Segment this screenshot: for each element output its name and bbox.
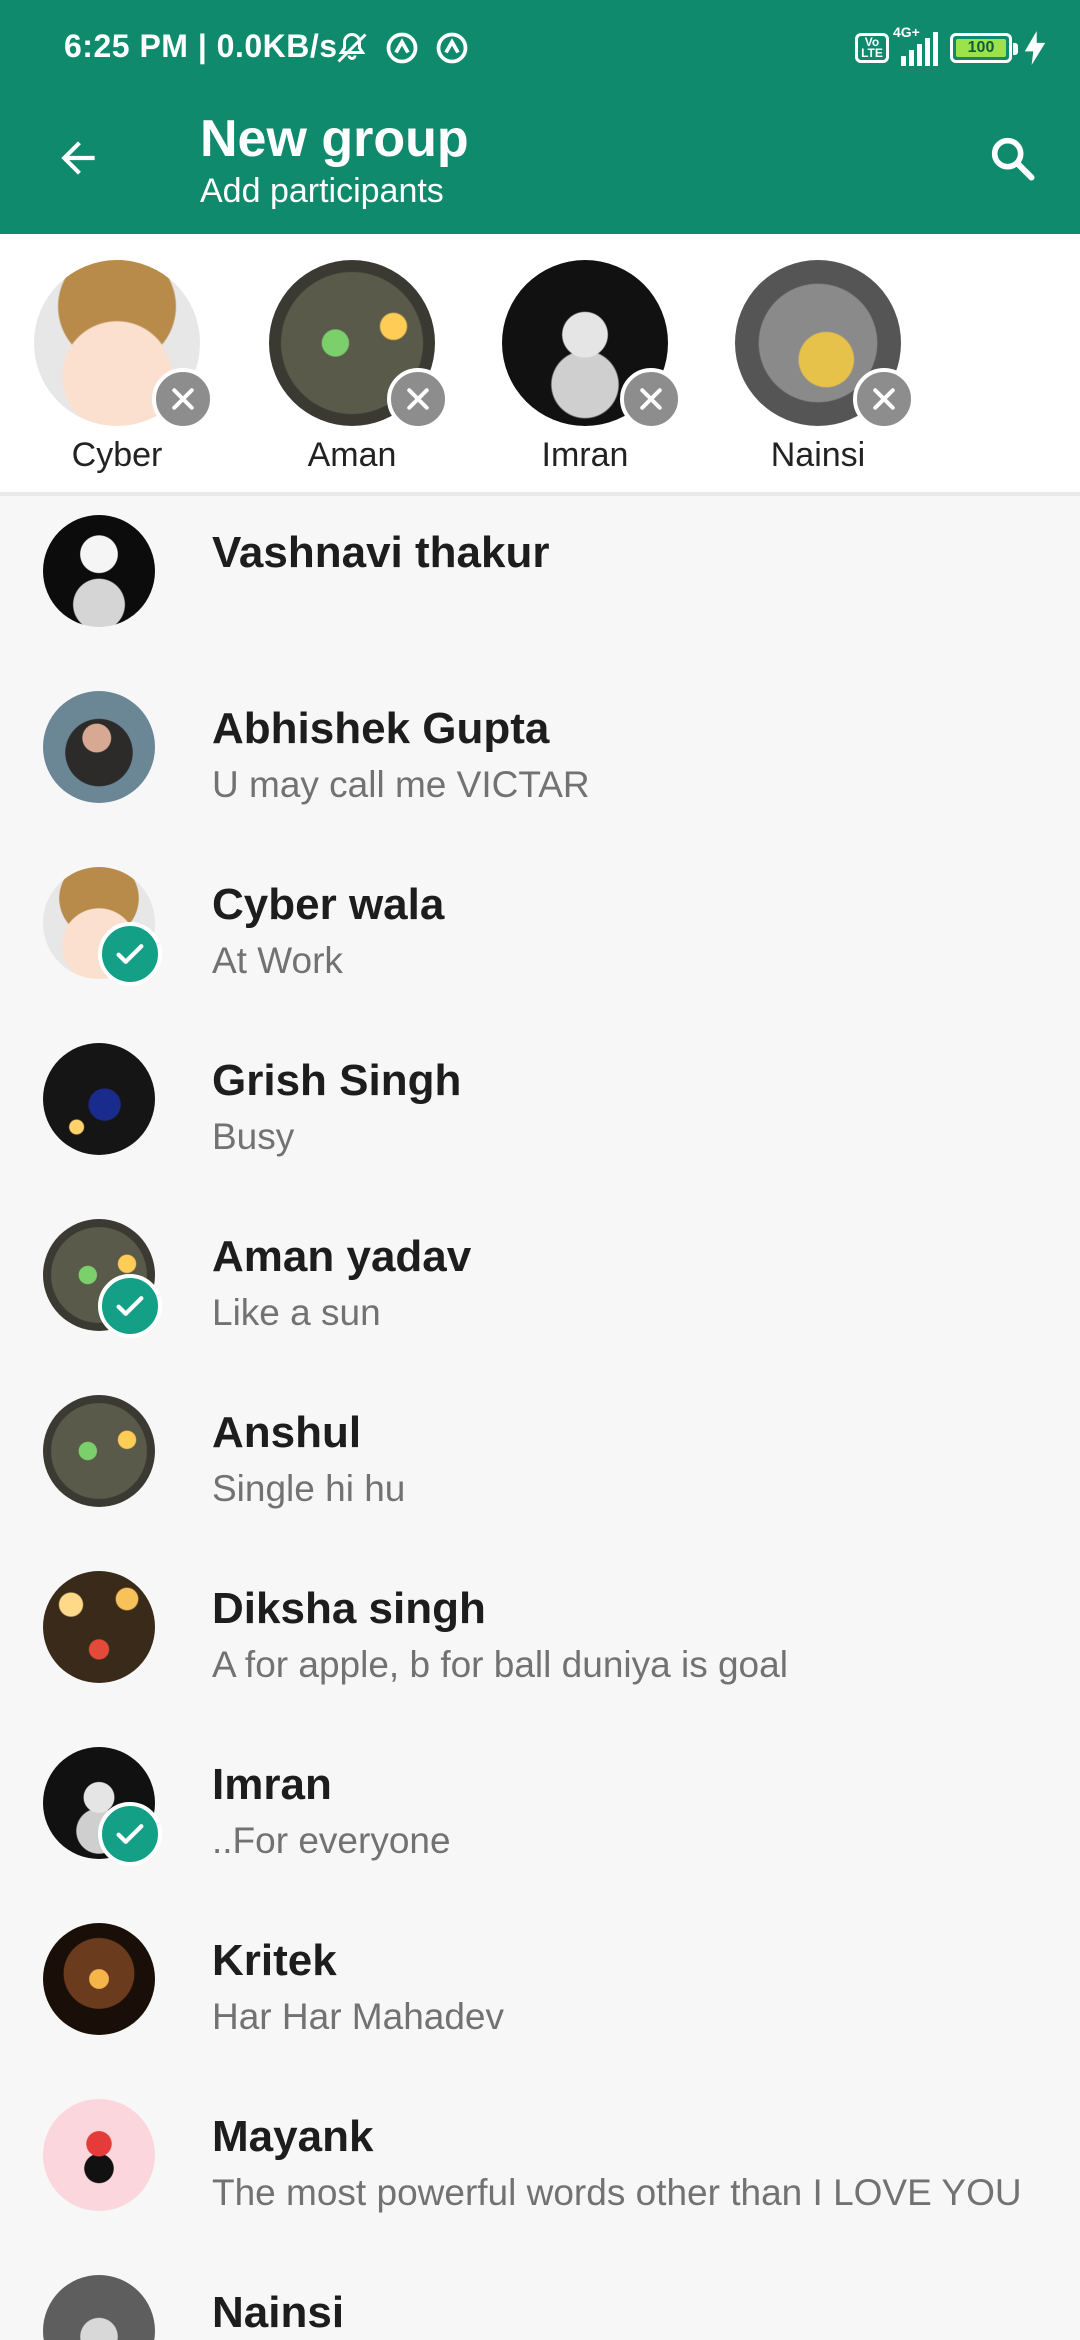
contact-status: A for apple, b for ball duniya is goal [212, 1644, 788, 1685]
contact-name: Nainsi [212, 2288, 345, 2337]
selected-check-badge [98, 1802, 162, 1866]
avatar [43, 2275, 155, 2340]
contact-status: U may call me VICTAR [212, 764, 590, 805]
close-icon [640, 388, 662, 410]
contact-name: Anshul [212, 1408, 362, 1457]
contact-row[interactable]: Vashnavi thakur [0, 500, 1080, 676]
selected-check-badge [98, 922, 162, 986]
contact-row[interactable]: Nainsi [0, 2260, 1080, 2340]
search-icon [991, 137, 1035, 181]
contact-status: At Work [212, 940, 343, 981]
avatar [43, 1923, 155, 2035]
remove-participant-button[interactable] [387, 368, 449, 430]
avatar [269, 260, 449, 430]
status-system-icons: Vo LTE 4G+ 100 [855, 24, 1046, 66]
avatar [43, 1395, 155, 1507]
selected-chip[interactable]: Nainsi [713, 260, 923, 475]
contact-status: The most powerful words other than I LOV… [212, 2172, 1022, 2213]
avatar [43, 1043, 155, 1155]
network-type: 4G+ [893, 24, 920, 40]
contact-status: Single hi hu [212, 1468, 406, 1509]
contact-status: ..For everyone [212, 1820, 451, 1861]
selected-chip[interactable]: Aman [247, 260, 457, 475]
close-icon [172, 388, 194, 410]
close-icon [873, 388, 895, 410]
contact-row[interactable]: Diksha singh A for apple, b for ball dun… [0, 1556, 1080, 1732]
contact-row[interactable]: Imran ..For everyone [0, 1732, 1080, 1908]
header-titles: New group Add participants [200, 108, 469, 212]
avatar [43, 691, 155, 803]
status-time: 6:25 PM | 0.0KB/s [64, 28, 338, 64]
contact-name: Diksha singh [212, 1584, 486, 1633]
contact-status: Like a sun [212, 1292, 381, 1333]
selected-chip[interactable]: Imran [480, 260, 690, 475]
contact-name: Cyber wala [212, 880, 445, 929]
contact-name: Vashnavi thakur [212, 528, 550, 577]
contact-row[interactable]: Kritek Har Har Mahadev [0, 1908, 1080, 2084]
selected-name: Imran [541, 436, 629, 474]
contact-row[interactable]: Grish Singh Busy [0, 1028, 1080, 1204]
avatar [43, 2099, 155, 2211]
selected-check-badge [98, 1274, 162, 1338]
page-subtitle: Add participants [200, 172, 444, 210]
contact-name: Kritek [212, 1936, 337, 1985]
contact-row[interactable]: Cyber wala At Work [0, 852, 1080, 1028]
sync-icon [436, 32, 468, 64]
status-bar: 6:25 PM | 0.0KB/s Vo LTE 4G+ 100 [0, 0, 1080, 96]
contact-name: Grish Singh [212, 1056, 462, 1105]
page-title: New group [200, 110, 469, 168]
remove-participant-button[interactable] [152, 368, 214, 430]
avatar [34, 260, 214, 430]
back-arrow-icon [61, 141, 95, 175]
avatar [43, 1571, 155, 1683]
volte-icon: Vo LTE [855, 33, 889, 63]
remove-participant-button[interactable] [620, 368, 682, 430]
contact-row[interactable]: Mayank The most powerful words other tha… [0, 2084, 1080, 2260]
contact-row[interactable]: Anshul Single hi hu [0, 1380, 1080, 1556]
battery-level: 100 [956, 39, 1006, 57]
mute-icon [337, 32, 367, 63]
avatar [43, 515, 155, 627]
contact-name: Abhishek Gupta [212, 704, 550, 753]
remove-participant-button[interactable] [853, 368, 915, 430]
close-icon [407, 388, 429, 410]
contact-list: Vashnavi thakur Abhishek Gupta U may cal… [0, 500, 1080, 2340]
app-bar: 6:25 PM | 0.0KB/s Vo LTE 4G+ 100 New grou… [0, 0, 1080, 234]
sync-icon [386, 32, 418, 64]
avatar [502, 260, 682, 430]
selected-name: Nainsi [770, 436, 866, 474]
contact-name: Aman yadav [212, 1232, 472, 1281]
checkmark-icon [116, 1824, 144, 1844]
contact-name: Imran [212, 1760, 332, 1809]
checkmark-icon [116, 944, 144, 964]
checkmark-icon [116, 1296, 144, 1316]
selected-name: Cyber [71, 436, 163, 474]
search-button[interactable] [974, 120, 1050, 196]
selected-chip[interactable]: Cyber [12, 260, 222, 475]
avatar [735, 260, 915, 430]
contact-status: Har Har Mahadev [212, 1996, 505, 2037]
status-notification-icons [334, 30, 470, 66]
contact-row[interactable]: Abhishek Gupta U may call me VICTAR [0, 676, 1080, 852]
selected-name: Aman [307, 436, 397, 474]
contact-name: Mayank [212, 2112, 374, 2161]
contact-row[interactable]: Aman yadav Like a sun [0, 1204, 1080, 1380]
selected-participants: Cyber Aman Imran Nainsi [0, 234, 1080, 496]
signal-icon: 4G+ [893, 24, 938, 66]
back-button[interactable] [40, 120, 116, 196]
contact-status: Busy [212, 1116, 295, 1157]
charging-icon [1024, 31, 1046, 65]
battery-icon: 100 [950, 33, 1018, 63]
